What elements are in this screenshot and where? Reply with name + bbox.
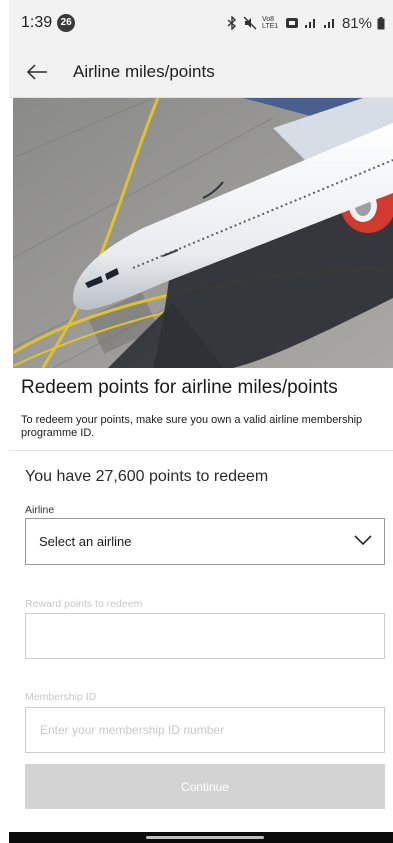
screen-edge bbox=[0, 0, 9, 843]
reward-points-label: Reward points to redeem bbox=[25, 598, 143, 610]
arrow-left-icon bbox=[26, 63, 47, 80]
status-icons: Vo8 LTE1 81% bbox=[226, 15, 385, 32]
points-summary: You have 27,600 points to redeem bbox=[25, 468, 269, 485]
airplane-illustration bbox=[13, 98, 393, 368]
airline-select[interactable]: Select an airline bbox=[25, 518, 385, 565]
notification-badge: 26 bbox=[57, 14, 76, 32]
airline-label: Airline bbox=[25, 504, 55, 516]
app-screen: 1:39 26 Vo8 LTE1 81% Airline miles/point… bbox=[9, 0, 393, 843]
volte-icon bbox=[285, 17, 299, 29]
battery-icon bbox=[377, 16, 385, 30]
bluetooth-icon bbox=[226, 16, 238, 30]
signal-icon-2 bbox=[323, 17, 337, 29]
back-button[interactable] bbox=[9, 46, 65, 98]
status-bar: 1:39 26 Vo8 LTE1 81% bbox=[9, 0, 393, 46]
app-bar: Airline miles/points bbox=[9, 46, 393, 98]
continue-button[interactable]: Continue bbox=[25, 764, 385, 809]
home-handle[interactable] bbox=[146, 836, 264, 839]
reward-points-input[interactable] bbox=[25, 613, 385, 659]
hero-image bbox=[13, 98, 393, 368]
membership-id-label: Membership ID bbox=[25, 691, 97, 703]
mute-icon bbox=[243, 16, 257, 30]
network-label: Vo8 LTE1 bbox=[261, 16, 279, 30]
section-heading: Redeem points for airline miles/points bbox=[21, 377, 338, 398]
battery-percent: 81% bbox=[341, 14, 372, 32]
info-note: To redeem your points, make sure you own… bbox=[21, 414, 363, 439]
divider bbox=[9, 450, 393, 451]
airline-select-value: Select an airline bbox=[39, 534, 132, 549]
page-title: Airline miles/points bbox=[73, 61, 215, 81]
system-nav-bar bbox=[9, 832, 393, 843]
chevron-down-icon bbox=[354, 535, 372, 546]
membership-id-input[interactable] bbox=[25, 707, 385, 753]
signal-icon bbox=[304, 17, 318, 29]
status-time: 1:39 bbox=[21, 14, 53, 31]
